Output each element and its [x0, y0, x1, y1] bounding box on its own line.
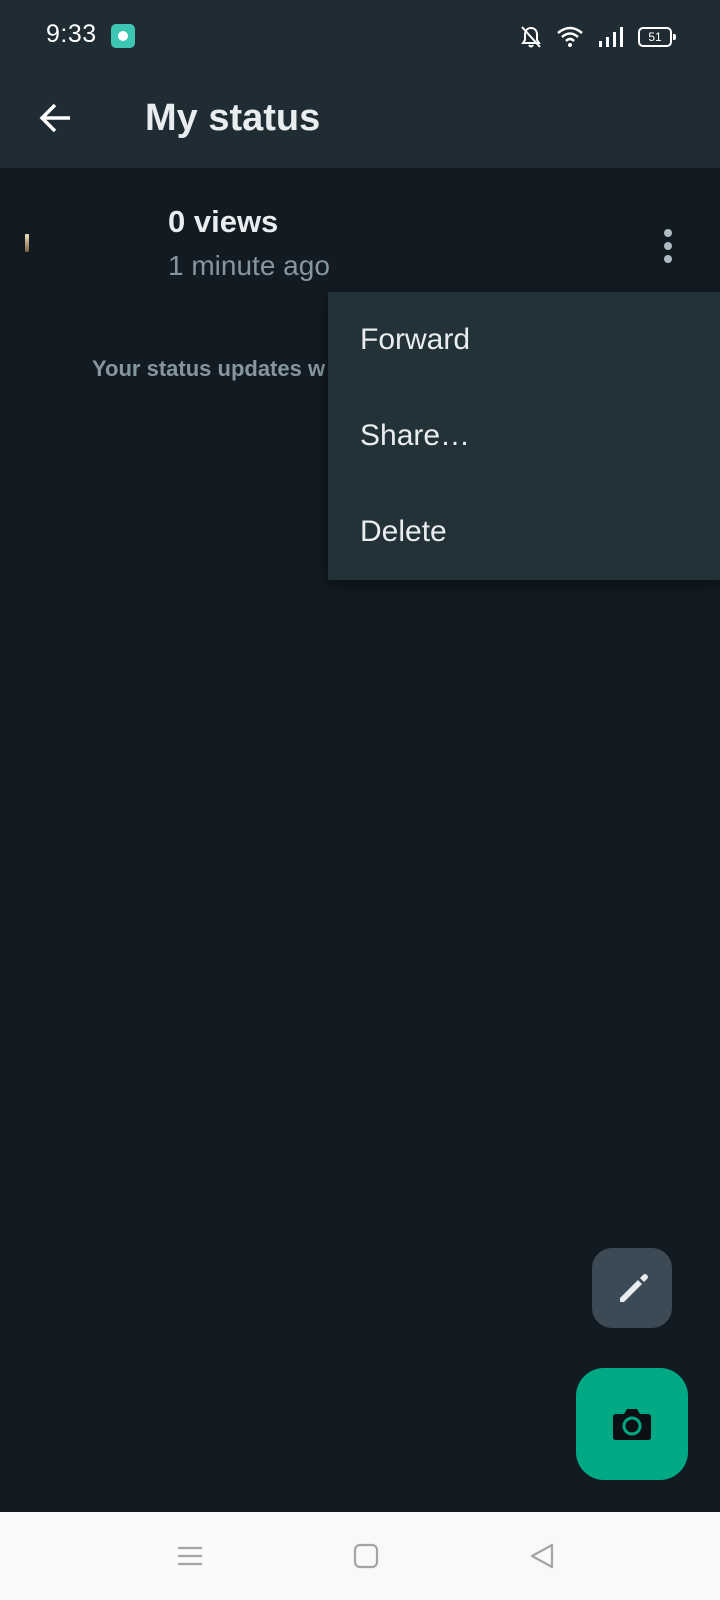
status-icons: 51 [520, 22, 676, 52]
status-item[interactable]: 0 views 1 minute ago [0, 168, 720, 308]
wifi-icon [557, 26, 583, 47]
back-icon[interactable] [524, 1538, 560, 1574]
context-menu: Forward Share… Delete [328, 292, 720, 580]
menu-icon[interactable] [172, 1538, 208, 1574]
app-notification-icon [111, 24, 135, 48]
bell-off-icon [521, 26, 541, 48]
menu-item-share[interactable]: Share… [328, 388, 720, 484]
clock: 9:33 [46, 20, 97, 48]
app-bar: My status [0, 72, 720, 168]
page-title: My status [145, 97, 321, 139]
home-icon[interactable] [348, 1538, 384, 1574]
menu-item-delete[interactable]: Delete [328, 484, 720, 580]
status-thumbnail[interactable] [25, 234, 29, 252]
text-status-button[interactable] [592, 1248, 672, 1328]
camera-icon [613, 1409, 651, 1440]
camera-button[interactable] [576, 1368, 688, 1480]
more-vertical-icon[interactable] [648, 222, 688, 270]
view-count: 0 views [168, 204, 279, 239]
back-button[interactable] [30, 92, 82, 144]
status-hint-text: Your status updates w [92, 356, 326, 381]
arrow-left-icon [39, 103, 70, 133]
system-status-bar: 9:33 51 [0, 0, 720, 72]
system-nav-bar [0, 1512, 720, 1600]
battery-icon: 51 [638, 27, 676, 47]
pencil-icon [620, 1274, 648, 1302]
status-time: 1 minute ago [168, 250, 330, 281]
menu-item-forward[interactable]: Forward [328, 292, 720, 388]
signal-icon [599, 27, 623, 47]
